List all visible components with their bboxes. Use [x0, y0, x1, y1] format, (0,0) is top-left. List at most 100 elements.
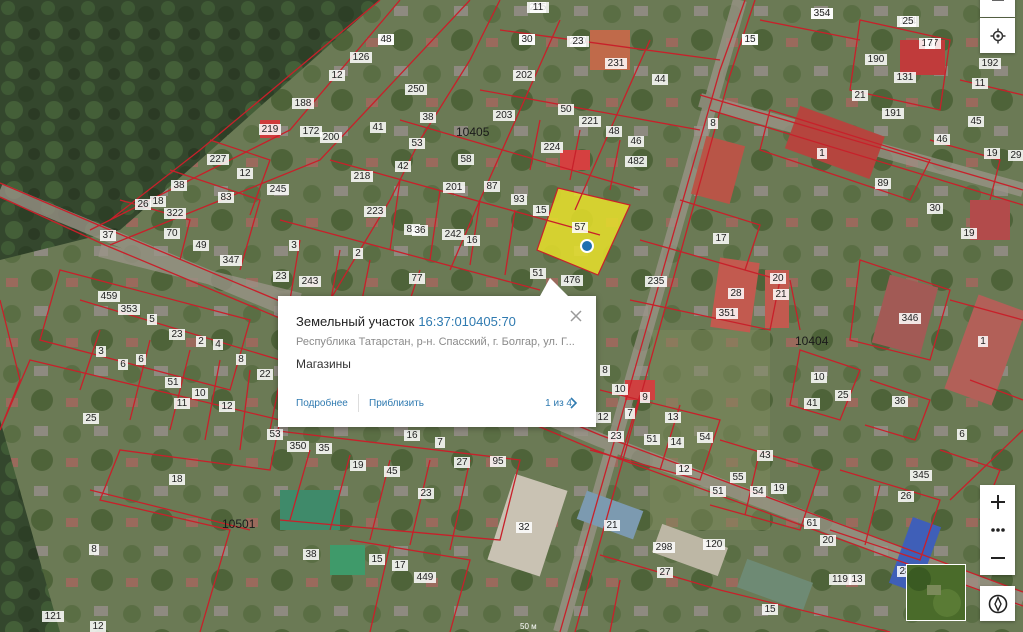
svg-text:191: 191 — [885, 108, 902, 119]
parcel-number-label: 6 — [136, 354, 146, 365]
svg-text:51: 51 — [167, 377, 179, 388]
parcel-number-label: 250 — [405, 84, 427, 95]
svg-text:23: 23 — [171, 329, 183, 340]
svg-text:83: 83 — [220, 192, 232, 203]
svg-text:23: 23 — [420, 488, 432, 499]
parcel-number-label: 353 — [118, 304, 140, 315]
cadastral-number[interactable]: 16:37:010405:70 — [418, 314, 516, 329]
menu-button[interactable] — [980, 0, 1015, 17]
locate-button[interactable] — [980, 18, 1015, 53]
parcel-number-label: 354 — [811, 8, 833, 19]
parcel-number-label: 350 — [287, 441, 309, 452]
zoom-controls — [980, 485, 1015, 575]
parcel-number-label: 221 — [579, 116, 601, 127]
svg-text:18: 18 — [152, 196, 164, 207]
svg-text:26: 26 — [900, 491, 912, 502]
parcel-number-label: 23 — [418, 488, 434, 499]
zoom-in-button[interactable] — [980, 487, 1015, 517]
parcel-number-label: 126 — [350, 52, 372, 63]
parcel-number-label: 53 — [409, 138, 425, 149]
parcel-number-label: 12 — [237, 168, 253, 179]
parcel-number-label: 36 — [412, 225, 428, 236]
parcel-number-label: 5 — [147, 314, 157, 325]
svg-text:224: 224 — [544, 142, 561, 153]
svg-text:19: 19 — [352, 460, 364, 471]
svg-text:48: 48 — [380, 34, 392, 45]
svg-text:12: 12 — [331, 70, 343, 81]
parcel-number-label: 120 — [703, 539, 725, 550]
selected-pin-icon[interactable] — [580, 239, 594, 253]
parcel-number-label: 459 — [98, 291, 120, 302]
svg-text:37: 37 — [102, 230, 114, 241]
svg-text:77: 77 — [411, 273, 423, 284]
close-icon[interactable] — [568, 308, 584, 324]
svg-text:200: 200 — [323, 132, 340, 143]
parcel-number-label: 51 — [165, 377, 181, 388]
scale-label: 50 м — [520, 622, 537, 631]
svg-text:25: 25 — [902, 16, 914, 27]
svg-text:12: 12 — [221, 401, 233, 412]
parcel-number-label: 83 — [218, 192, 234, 203]
chevron-right-icon[interactable] — [568, 396, 578, 410]
svg-text:6: 6 — [120, 359, 126, 370]
parcel-number-label: 347 — [220, 255, 242, 266]
svg-text:53: 53 — [269, 429, 281, 440]
svg-text:14: 14 — [670, 437, 682, 448]
parcel-number-label: 87 — [484, 181, 500, 192]
more-button[interactable] — [980, 516, 1015, 544]
parcel-info-popup: Земельный участок 16:37:010405:70 Республ… — [278, 278, 596, 427]
parcel-number-label: 15 — [742, 34, 758, 45]
zoom-to-parcel-link[interactable]: Приблизить — [369, 398, 424, 409]
parcel-number-label: 2 — [196, 336, 206, 347]
svg-text:219: 219 — [262, 124, 279, 135]
svg-text:30: 30 — [929, 203, 941, 214]
parcel-number-label: 131 — [894, 72, 916, 83]
svg-text:2: 2 — [355, 248, 361, 259]
plus-icon — [990, 495, 1005, 509]
parcel-number-label: 28 — [728, 288, 744, 299]
compass-button[interactable] — [980, 586, 1015, 621]
svg-text:347: 347 — [223, 255, 240, 266]
parcel-number-label: 30 — [519, 34, 535, 45]
compass-icon — [988, 594, 1007, 613]
zoom-out-button[interactable] — [980, 543, 1015, 573]
svg-text:41: 41 — [806, 398, 818, 409]
parcel-number-label: 25 — [900, 16, 916, 27]
svg-text:25: 25 — [85, 413, 97, 424]
svg-text:346: 346 — [902, 313, 919, 324]
parcel-number-label: 17 — [392, 560, 408, 571]
svg-text:35: 35 — [318, 443, 330, 454]
parcel-number-label: 51 — [710, 486, 726, 497]
parcel-number-label: 191 — [882, 108, 904, 119]
svg-text:22: 22 — [259, 369, 271, 380]
popup-land-use: Магазины — [296, 357, 351, 371]
parcel-number-label: 48 — [606, 126, 622, 137]
svg-text:126: 126 — [353, 52, 370, 63]
svg-text:221: 221 — [582, 116, 599, 127]
parcel-number-label: 121 — [42, 611, 64, 622]
svg-text:44: 44 — [654, 74, 666, 85]
parcel-number-label: 12 — [90, 621, 106, 632]
svg-text:19: 19 — [773, 483, 785, 494]
svg-text:29: 29 — [1010, 150, 1022, 161]
svg-text:20: 20 — [822, 535, 834, 546]
more-details-link[interactable]: Подробнее — [296, 398, 348, 409]
svg-text:23: 23 — [275, 271, 287, 282]
parcel-number-label: 351 — [716, 308, 738, 319]
svg-text:9: 9 — [642, 392, 648, 403]
popup-address: Республика Татарстан, р-н. Спасский, г. … — [296, 336, 575, 348]
svg-text:15: 15 — [764, 604, 776, 615]
parcel-number-label: 16 — [464, 235, 480, 246]
parcel-number-label: 10 — [811, 372, 827, 383]
svg-text:11: 11 — [533, 2, 544, 13]
crosshair-icon — [990, 28, 1005, 43]
svg-text:43: 43 — [759, 450, 771, 461]
quarter-label: 10404 — [795, 334, 829, 348]
svg-text:38: 38 — [422, 112, 434, 123]
svg-text:449: 449 — [417, 572, 434, 583]
svg-text:351: 351 — [719, 308, 736, 319]
parcel-number-label: 21 — [773, 289, 789, 300]
svg-text:28: 28 — [730, 288, 742, 299]
minimap[interactable] — [906, 564, 966, 621]
parcel-number-label: 12 — [219, 401, 235, 412]
